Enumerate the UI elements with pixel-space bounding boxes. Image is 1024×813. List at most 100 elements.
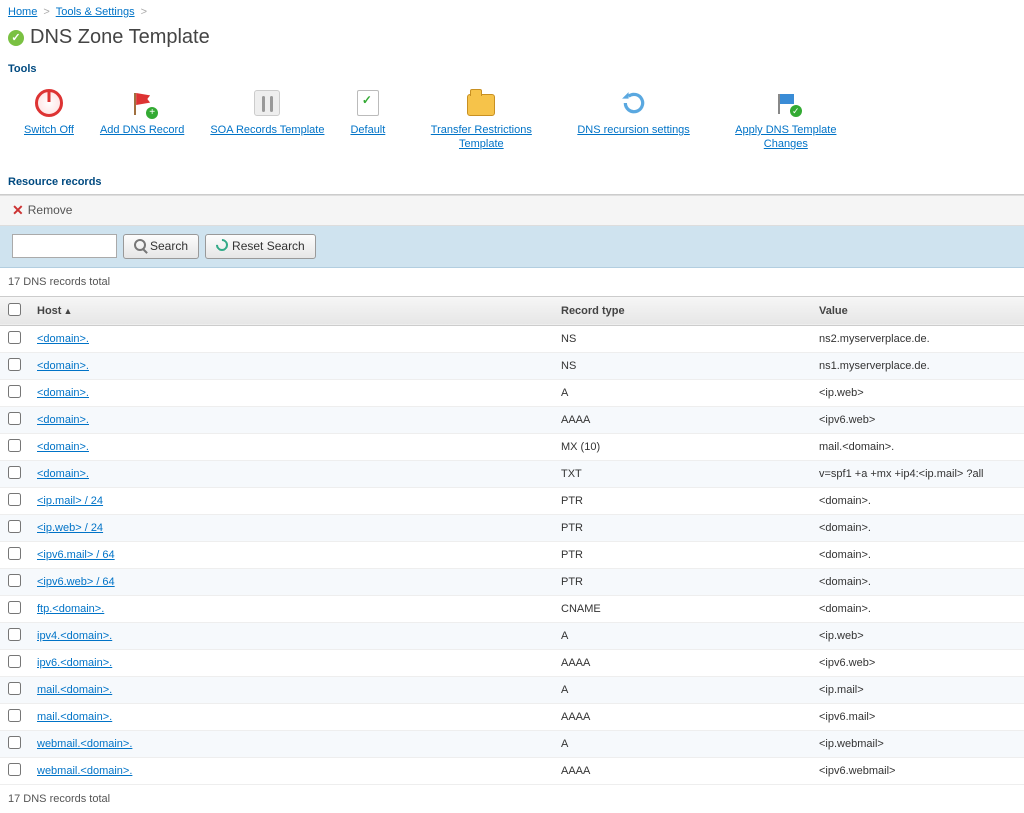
row-checkbox[interactable] [8, 412, 21, 425]
page-title: DNS Zone Template [30, 26, 210, 49]
type-cell: PTR [553, 514, 811, 541]
default-tool[interactable]: Default [350, 87, 385, 152]
document-check-icon [352, 87, 384, 119]
row-checkbox[interactable] [8, 655, 21, 668]
add-dns-record-tool[interactable]: + Add DNS Record [100, 87, 184, 152]
host-link[interactable]: ipv6.<domain>. [37, 657, 112, 669]
host-link[interactable]: ftp.<domain>. [37, 603, 104, 615]
row-checkbox[interactable] [8, 439, 21, 452]
host-link[interactable]: <domain>. [37, 441, 89, 453]
select-all-header[interactable] [0, 296, 29, 325]
type-column-header[interactable]: Record type [553, 296, 811, 325]
table-row: ipv6.<domain>.AAAA<ipv6.web> [0, 649, 1024, 676]
table-row: mail.<domain>.AAAA<ipv6.mail> [0, 703, 1024, 730]
row-checkbox[interactable] [8, 520, 21, 533]
host-link[interactable]: mail.<domain>. [37, 684, 112, 696]
flag-add-icon: + [126, 87, 158, 119]
row-checkbox[interactable] [8, 547, 21, 560]
row-checkbox[interactable] [8, 331, 21, 344]
value-cell: ns2.myserverplace.de. [811, 325, 1024, 352]
toolbar: Switch Off + Add DNS Record SOA Records … [0, 81, 1024, 162]
type-cell: A [553, 622, 811, 649]
table-row: ipv4.<domain>.A<ip.web> [0, 622, 1024, 649]
dns-recursion-link[interactable]: DNS recursion settings [577, 123, 690, 137]
table-row: <ipv6.mail> / 64PTR<domain>. [0, 541, 1024, 568]
row-checkbox[interactable] [8, 574, 21, 587]
resource-records-title: Resource records [0, 170, 1024, 195]
breadcrumb-tools[interactable]: Tools & Settings [56, 6, 135, 18]
row-checkbox[interactable] [8, 466, 21, 479]
breadcrumb-home[interactable]: Home [8, 6, 37, 18]
row-checkbox[interactable] [8, 709, 21, 722]
dns-recursion-tool[interactable]: DNS recursion settings [577, 87, 690, 152]
soa-records-tool[interactable]: SOA Records Template [210, 87, 324, 152]
sliders-icon [251, 87, 283, 119]
reset-search-button[interactable]: Reset Search [205, 234, 316, 259]
transfer-restrictions-link[interactable]: Transfer Restrictions Template [411, 123, 551, 152]
apply-template-link[interactable]: Apply DNS Template Changes [716, 123, 856, 152]
value-cell: <domain>. [811, 541, 1024, 568]
row-checkbox[interactable] [8, 736, 21, 749]
host-link[interactable]: <domain>. [37, 360, 89, 372]
host-column-header[interactable]: Host▲ [29, 296, 553, 325]
value-column-header[interactable]: Value [811, 296, 1024, 325]
value-cell: <domain>. [811, 487, 1024, 514]
reset-search-label: Reset Search [232, 239, 305, 253]
transfer-restrictions-tool[interactable]: Transfer Restrictions Template [411, 87, 551, 152]
flag-check-icon: ✓ [770, 87, 802, 119]
host-link[interactable]: mail.<domain>. [37, 711, 112, 723]
type-cell: PTR [553, 568, 811, 595]
host-link[interactable]: ipv4.<domain>. [37, 630, 112, 642]
host-link[interactable]: <domain>. [37, 333, 89, 345]
row-checkbox[interactable] [8, 682, 21, 695]
search-button[interactable]: Search [123, 234, 199, 259]
search-bar: Search Reset Search [0, 226, 1024, 268]
switch-off-tool[interactable]: Switch Off [24, 87, 74, 152]
default-link[interactable]: Default [350, 123, 385, 137]
row-checkbox[interactable] [8, 385, 21, 398]
host-link[interactable]: <ipv6.web> / 64 [37, 576, 115, 588]
type-cell: NS [553, 352, 811, 379]
table-row: ftp.<domain>.CNAME<domain>. [0, 595, 1024, 622]
value-cell: <domain>. [811, 514, 1024, 541]
host-link[interactable]: <domain>. [37, 468, 89, 480]
select-all-checkbox[interactable] [8, 303, 21, 316]
remove-label: Remove [28, 203, 73, 217]
table-row: <ip.mail> / 24 PTR<domain>. [0, 487, 1024, 514]
switch-off-link[interactable]: Switch Off [24, 123, 74, 137]
table-row: <ipv6.web> / 64 PTR<domain>. [0, 568, 1024, 595]
host-link[interactable]: <ip.mail> / 24 [37, 495, 103, 507]
value-cell: <ip.mail> [811, 676, 1024, 703]
host-link[interactable]: <domain>. [37, 414, 89, 426]
table-row: webmail.<domain>.AAAA<ipv6.webmail> [0, 757, 1024, 784]
value-cell: <ipv6.webmail> [811, 757, 1024, 784]
type-cell: TXT [553, 460, 811, 487]
table-row: <domain>.NSns1.myserverplace.de. [0, 352, 1024, 379]
row-checkbox[interactable] [8, 493, 21, 506]
soa-records-link[interactable]: SOA Records Template [210, 123, 324, 137]
search-button-label: Search [150, 239, 188, 253]
host-link[interactable]: <ipv6.mail> / 64 [37, 549, 115, 561]
type-cell: A [553, 730, 811, 757]
host-link[interactable]: webmail.<domain>. [37, 738, 132, 750]
host-link[interactable]: webmail.<domain>. [37, 765, 132, 777]
table-row: mail.<domain>.A<ip.mail> [0, 676, 1024, 703]
type-cell: MX (10) [553, 433, 811, 460]
row-checkbox[interactable] [8, 763, 21, 776]
row-checkbox[interactable] [8, 628, 21, 641]
table-row: <ip.web> / 24 PTR<domain>. [0, 514, 1024, 541]
host-link[interactable]: <domain>. [37, 387, 89, 399]
remove-bar[interactable]: ✕ Remove [0, 195, 1024, 226]
host-link[interactable]: <ip.web> / 24 [37, 522, 103, 534]
row-checkbox[interactable] [8, 601, 21, 614]
value-cell: <domain>. [811, 568, 1024, 595]
add-dns-record-link[interactable]: Add DNS Record [100, 123, 184, 137]
search-input[interactable] [12, 234, 117, 258]
table-row: webmail.<domain>.A<ip.webmail> [0, 730, 1024, 757]
table-row: <domain>.NSns2.myserverplace.de. [0, 325, 1024, 352]
apply-template-tool[interactable]: ✓ Apply DNS Template Changes [716, 87, 856, 152]
type-cell: AAAA [553, 703, 811, 730]
type-cell: PTR [553, 487, 811, 514]
table-row: <domain>.A<ip.web> [0, 379, 1024, 406]
row-checkbox[interactable] [8, 358, 21, 371]
